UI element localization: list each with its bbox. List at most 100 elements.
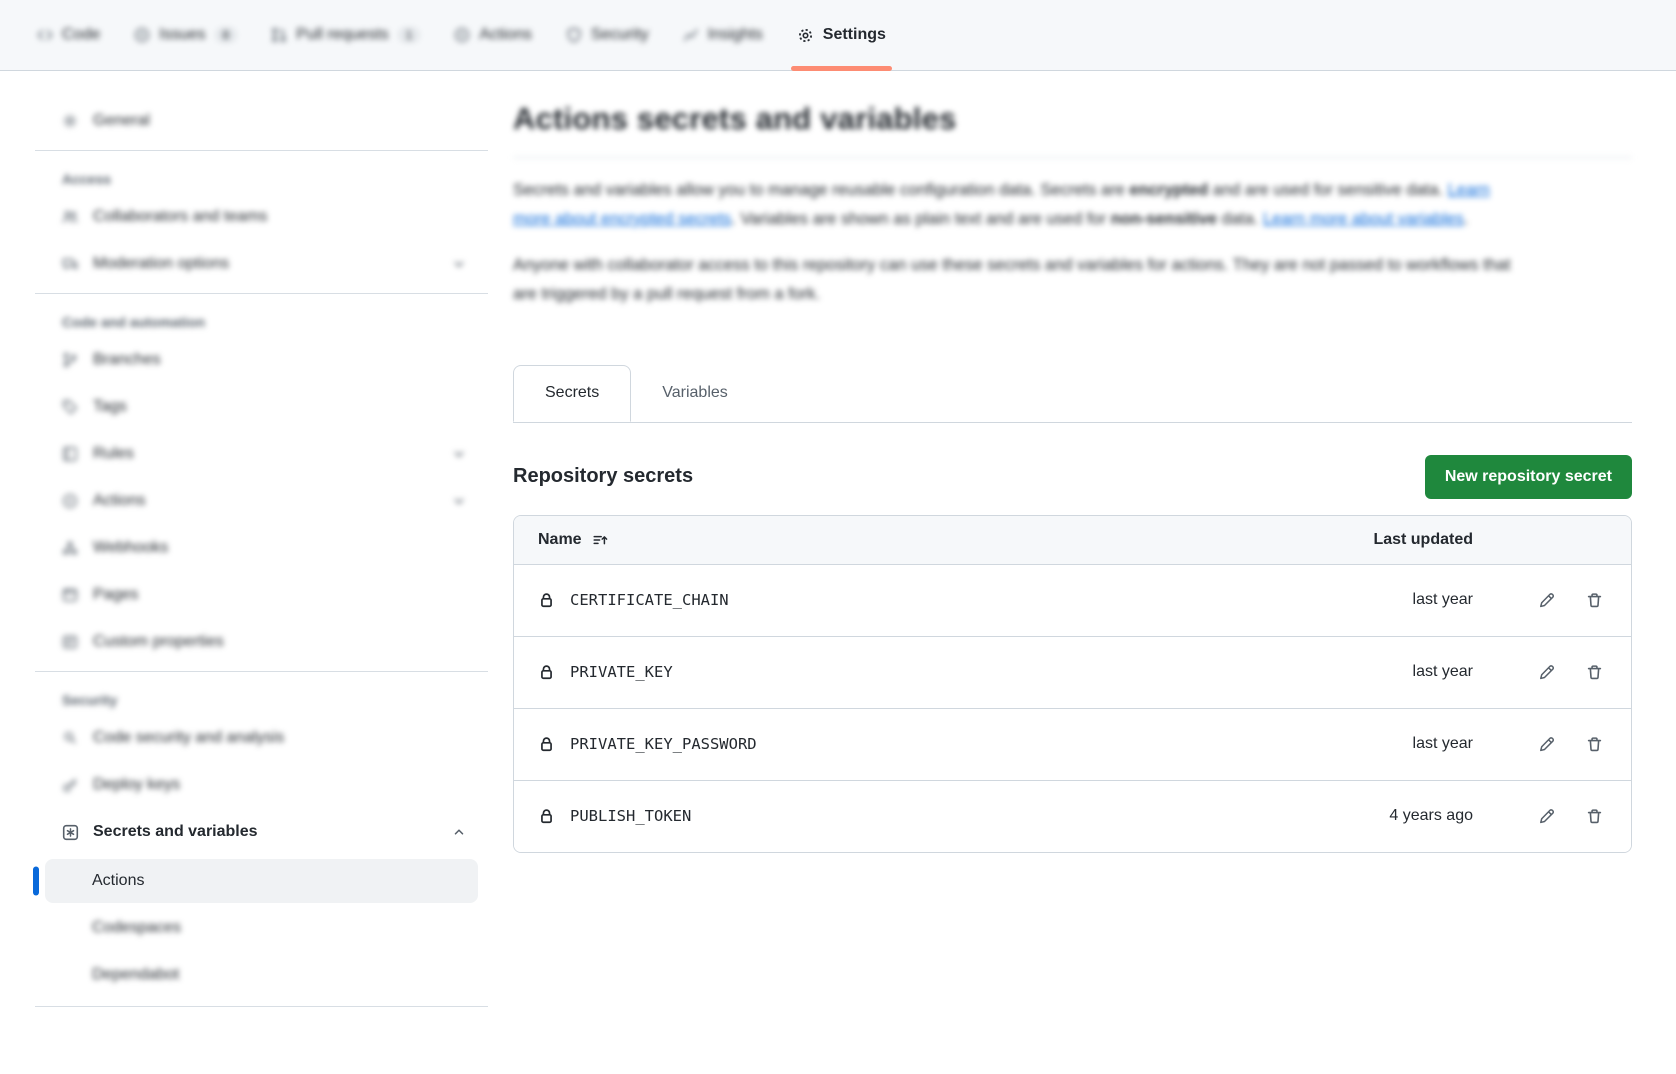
sidebar-item-label: Custom properties [93,633,224,651]
settings-content: Actions secrets and variables Secrets an… [492,71,1676,1074]
sidebar-divider [35,671,488,672]
sidebar-subitem-actions[interactable]: Actions [45,859,478,903]
sidebar-item-collaborators[interactable]: Collaborators and teams [45,197,478,237]
sidebar-divider [35,293,488,294]
sidebar-item-label: Code security and analysis [93,729,284,747]
sidebar-item-label: Actions [92,872,144,890]
secret-row: PRIVATE_KEY last year [514,636,1631,708]
codescan-icon [62,730,79,746]
column-header-last-updated: Last updated [1303,531,1473,549]
sidebar-item-label: Codespaces [92,919,181,937]
git-pull-request-icon [271,27,287,43]
issue-opened-icon [134,27,150,43]
sidebar-item-label: Branches [93,351,161,369]
secret-last-updated: last year [1303,735,1473,753]
chevron-down-icon [452,494,466,508]
secret-last-updated: last year [1303,663,1473,681]
sidebar-item-custom-properties[interactable]: Custom properties [45,622,478,662]
tab-issues[interactable]: Issues 8 [119,0,252,70]
tab-code[interactable]: Code [22,0,115,70]
sidebar-item-label: Pages [93,586,138,604]
sidebar-item-branches[interactable]: Branches [45,340,478,380]
tab-label: Pull requests [296,26,389,44]
sidebar-section-security: Security [45,686,478,718]
sidebar-item-rules[interactable]: Rules [45,434,478,474]
intro-paragraph-2: Anyone with collaborator access to this … [513,251,1518,308]
lock-icon [538,736,555,753]
sidebar-item-webhooks[interactable]: Webhooks [45,528,478,568]
sidebar-item-label: Dependabot [92,966,179,984]
sidebar-item-moderation-options[interactable]: Moderation options [45,244,478,284]
code-icon [37,27,53,43]
sidebar-item-actions[interactable]: Actions [45,481,478,521]
sidebar-item-label: Webhooks [93,539,168,557]
intro-text: Secrets and variables allow you to manag… [513,176,1518,309]
sidebar-item-deploy-keys[interactable]: Deploy keys [45,765,478,805]
sidebar-item-label: Rules [93,445,134,463]
sidebar-item-label: Actions [93,492,145,510]
tab-variables[interactable]: Variables [631,365,759,422]
key-icon [62,777,79,793]
delete-secret-button[interactable] [1586,592,1603,609]
sidebar-item-label: Secrets and variables [93,823,258,841]
tab-settings[interactable]: Settings [782,0,901,70]
edit-secret-button[interactable] [1538,736,1555,753]
selected-indicator-bar [33,867,39,896]
browser-icon [62,587,79,603]
delete-secret-button[interactable] [1586,808,1603,825]
sidebar-item-label: Collaborators and teams [93,208,267,226]
rules-book-icon [62,446,79,462]
gear-icon [62,113,79,129]
lock-icon [538,808,555,825]
tab-insights[interactable]: Insights [668,0,778,70]
delete-secret-button[interactable] [1586,736,1603,753]
tab-label: Security [591,26,649,44]
issues-count-badge: 8 [215,27,238,43]
tab-label: Settings [823,26,886,44]
edit-secret-button[interactable] [1538,664,1555,681]
secret-name: CERTIFICATE_CHAIN [570,591,729,609]
secret-last-updated: 4 years ago [1303,807,1473,825]
tab-label: Code [62,26,100,44]
sidebar-section-code-automation: Code and automation [45,308,478,340]
page-title: Actions secrets and variables [513,101,1632,158]
tab-pull-requests[interactable]: Pull requests 1 [256,0,435,70]
comment-discussion-icon [62,256,79,272]
sidebar-item-pages[interactable]: Pages [45,575,478,615]
sidebar-item-secrets-variables[interactable]: Secrets and variables [45,812,478,852]
tab-security[interactable]: Security [551,0,664,70]
delete-secret-button[interactable] [1586,664,1603,681]
secret-row: CERTIFICATE_CHAIN last year [514,564,1631,636]
tab-secrets[interactable]: Secrets [513,365,631,422]
sidebar-item-tags[interactable]: Tags [45,387,478,427]
git-branch-icon [62,352,79,368]
secret-name: PRIVATE_KEY_PASSWORD [570,735,757,753]
new-repository-secret-button[interactable]: New repository secret [1425,455,1632,499]
repository-secrets-heading: Repository secrets [513,465,693,488]
sidebar-subitem-dependabot[interactable]: Dependabot [45,953,478,997]
tab-actions[interactable]: Actions [439,0,546,70]
sidebar-section-access: Access [45,165,478,197]
edit-secret-button[interactable] [1538,592,1555,609]
edit-secret-button[interactable] [1538,808,1555,825]
webhook-icon [62,540,79,556]
sidebar-subitem-codespaces[interactable]: Codespaces [45,906,478,950]
sidebar-item-label: General [93,112,150,130]
sort-ascending-icon[interactable] [592,532,608,548]
lock-icon [538,592,555,609]
link-variables[interactable]: Learn more about variables [1263,210,1464,228]
chevron-up-icon [452,825,466,839]
secrets-variables-tabs: Secrets Variables [513,365,1632,423]
sidebar-divider [35,1006,488,1007]
secret-row: PRIVATE_KEY_PASSWORD last year [514,708,1631,780]
sidebar-item-code-security[interactable]: Code security and analysis [45,718,478,758]
repo-tab-bar: Code Issues 8 Pull requests 1 Actions Se… [0,0,1676,71]
secret-name: PRIVATE_KEY [570,663,673,681]
shield-icon [566,27,582,43]
settings-sidebar: General Access Collaborators and teams M… [0,71,492,1074]
sidebar-item-general[interactable]: General [45,101,478,141]
play-circle-icon [62,493,79,509]
tag-icon [62,399,79,415]
tab-label: Insights [708,26,763,44]
pull-requests-count-badge: 1 [398,27,421,43]
